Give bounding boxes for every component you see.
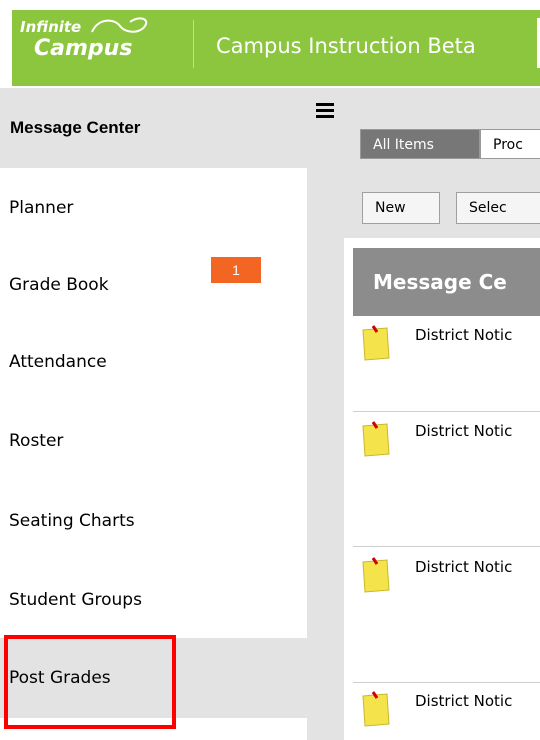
highlight-box xyxy=(4,635,176,729)
sidebar-item-label: Student Groups xyxy=(9,590,142,610)
sidebar-item-label: Roster xyxy=(9,431,64,451)
logo-text-infinite: Infinite xyxy=(20,18,82,36)
tab-all-items[interactable]: All Items xyxy=(360,129,480,159)
message-separator xyxy=(353,411,540,412)
sidebar-title: Message Center xyxy=(10,118,141,137)
message-separator xyxy=(353,682,540,683)
infinite-campus-logo[interactable]: Infinite Campus xyxy=(20,14,170,66)
sticky-note-icon xyxy=(362,557,390,593)
tab-proc[interactable]: Proc xyxy=(480,129,540,159)
panel-title: Message Ce xyxy=(373,270,507,294)
panel-header: Message Ce xyxy=(353,248,540,316)
message-subject: District Notic xyxy=(415,558,513,576)
select-button[interactable]: Selec xyxy=(456,192,540,224)
sticky-note-icon xyxy=(362,691,390,727)
sidebar-item-planner[interactable]: Planner xyxy=(0,168,307,248)
sidebar-item-roster[interactable]: Roster xyxy=(0,401,307,481)
app-header: Infinite Campus Campus Instruction Beta xyxy=(0,0,540,88)
sidebar-item-label: Attendance xyxy=(9,352,107,372)
message-item[interactable]: District Notic xyxy=(353,420,540,470)
message-subject: District Notic xyxy=(415,692,513,710)
sticky-note-icon xyxy=(362,325,390,361)
sidebar-item-label: Seating Charts xyxy=(9,511,135,531)
app-title: Campus Instruction Beta xyxy=(216,34,476,58)
attendance-count-badge: 1 xyxy=(211,257,261,283)
sidebar-item-attendance[interactable]: Attendance xyxy=(0,322,307,402)
message-separator xyxy=(353,546,540,547)
sidebar-item-seating-charts[interactable]: Seating Charts xyxy=(0,481,307,561)
message-item[interactable]: District Notic xyxy=(353,690,540,740)
sidebar-item-student-groups[interactable]: Student Groups xyxy=(0,560,307,640)
new-button[interactable]: New xyxy=(362,192,440,224)
sidebar-item-label: Planner xyxy=(9,198,74,218)
message-subject: District Notic xyxy=(415,422,513,440)
message-subject: District Notic xyxy=(415,326,513,344)
sidebar-item-label: Grade Book xyxy=(9,275,109,295)
header-divider xyxy=(193,20,194,68)
sticky-note-icon xyxy=(362,421,390,457)
message-item[interactable]: District Notic xyxy=(353,324,540,374)
infinity-swoosh-icon xyxy=(91,17,148,33)
sidebar-title-row[interactable]: Message Center xyxy=(0,88,307,168)
hamburger-menu-icon[interactable] xyxy=(316,103,334,118)
message-item[interactable]: District Notic xyxy=(353,556,540,606)
